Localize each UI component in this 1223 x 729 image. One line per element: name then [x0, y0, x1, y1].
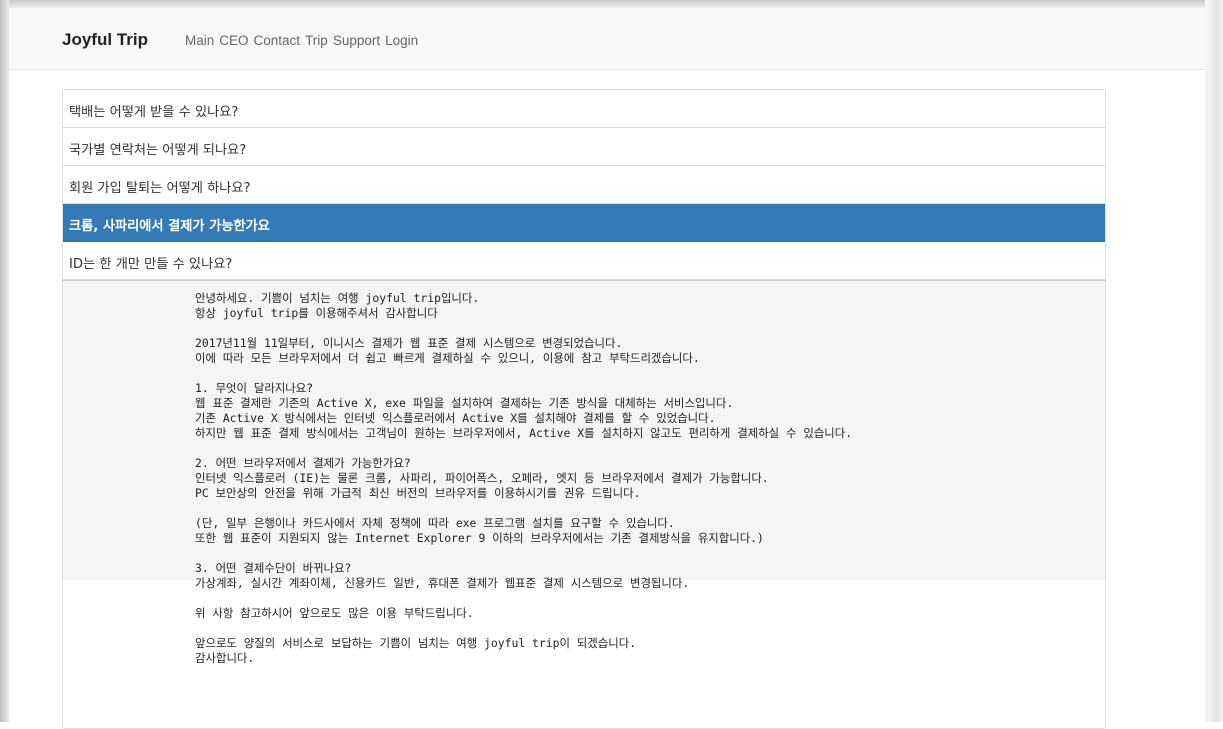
nav-link-trip[interactable]: Trip	[305, 33, 328, 48]
nav-link-support[interactable]: Support	[333, 33, 380, 48]
nav-menu: Main CEO Contact Trip Support Login	[185, 33, 418, 48]
faq-accordion: 택배는 어떻게 받을 수 있나요? 국가별 연락처는 어떻게 되나요? 회원 가…	[62, 89, 1106, 729]
faq-answer-panel: 안녕하세요. 기쁨이 넘치는 여행 joyful trip입니다. 항상 joy…	[63, 280, 1105, 665]
navbar: Joyful Trip Main CEO Contact Trip Suppor…	[9, 8, 1205, 70]
faq-answer-text: 안녕하세요. 기쁨이 넘치는 여행 joyful trip입니다. 항상 joy…	[195, 291, 853, 665]
faq-question-delivery[interactable]: 택배는 어떻게 받을 수 있나요?	[63, 90, 1105, 128]
window-frame-top	[0, 0, 1223, 8]
faq-question-contacts[interactable]: 국가별 연락처는 어떻게 되나요?	[63, 128, 1105, 166]
nav-link-contact[interactable]: Contact	[254, 33, 301, 48]
nav-link-main[interactable]: Main	[185, 33, 214, 48]
faq-question-id-limit[interactable]: ID는 한 개만 만들 수 있나요?	[63, 242, 1105, 280]
nav-link-login[interactable]: Login	[385, 33, 418, 48]
window-frame-left	[0, 0, 9, 722]
nav-link-ceo[interactable]: CEO	[219, 33, 248, 48]
window-frame-right	[1205, 0, 1223, 722]
faq-question-browser-payment[interactable]: 크롬, 사파리에서 결제가 가능한가요	[63, 204, 1105, 242]
brand-logo[interactable]: Joyful Trip	[62, 30, 148, 50]
faq-question-membership[interactable]: 회원 가입 탈퇴는 어떻게 하나요?	[63, 166, 1105, 204]
